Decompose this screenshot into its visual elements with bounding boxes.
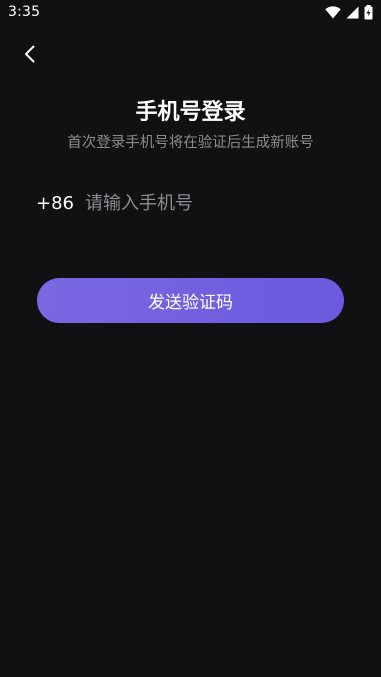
status-time: 3:35 [8, 4, 41, 20]
wifi-icon [325, 5, 341, 19]
send-code-button[interactable]: 发送验证码 [37, 278, 344, 323]
battery-icon [364, 4, 373, 20]
page-title: 手机号登录 [135, 100, 246, 125]
phone-field-row: +86 [36, 188, 346, 218]
page-subtitle: 首次登录手机号将在验证后生成新账号 [67, 135, 314, 151]
back-button[interactable] [14, 40, 46, 72]
status-bar: 3:35 [0, 0, 381, 26]
chevron-left-icon [23, 44, 37, 68]
signal-icon [346, 6, 359, 19]
country-code[interactable]: +86 [36, 193, 74, 214]
status-icons [325, 4, 373, 20]
phone-input[interactable] [85, 192, 346, 214]
